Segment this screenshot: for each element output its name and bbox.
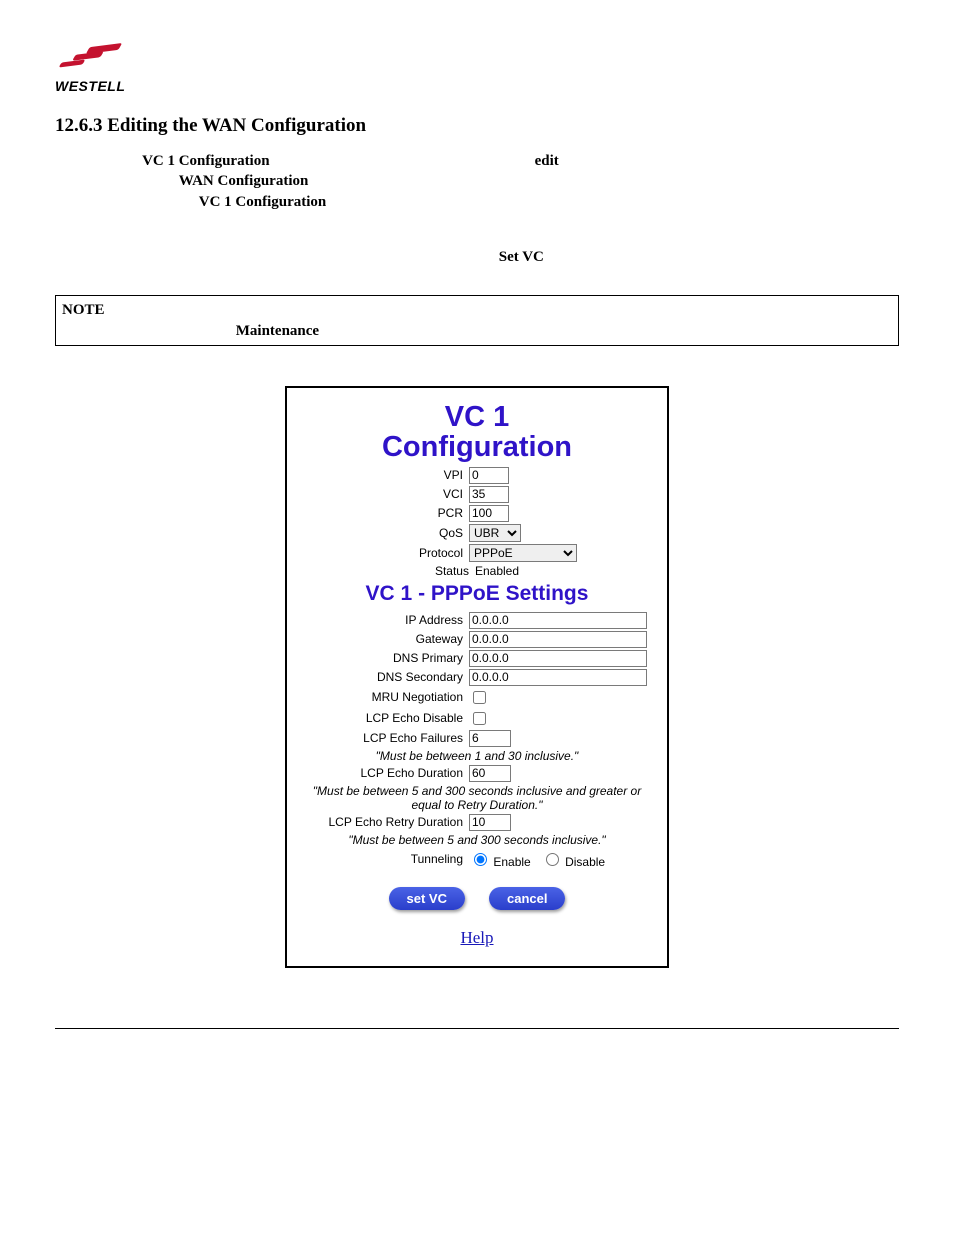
qos-select[interactable]: UBR (469, 524, 521, 542)
lcp-echo-failures-label: LCP Echo Failures (291, 731, 469, 745)
mru-checkbox[interactable] (473, 691, 486, 704)
status-value: Enabled (475, 564, 519, 578)
vci-input[interactable] (469, 486, 509, 503)
mru-label: MRU Negotiation (291, 690, 469, 704)
pcr-input[interactable] (469, 505, 509, 522)
panel-subtitle: VC 1 - PPPoE Settings (291, 582, 663, 606)
page-footer-rule (55, 1028, 899, 1029)
gateway-input[interactable] (469, 631, 647, 648)
vci-label: VCI (291, 487, 469, 501)
dns-primary-label: DNS Primary (291, 651, 469, 665)
tunneling-disable-radio[interactable] (546, 853, 559, 866)
set-vc-button[interactable]: set VC (389, 887, 465, 910)
tunneling-label: Tunneling (291, 852, 469, 866)
vpi-label: VPI (291, 468, 469, 482)
tunneling-disable-option[interactable]: Disable (541, 850, 605, 869)
paragraph-1: If you clicked VC 1 Configuration in the… (55, 151, 899, 212)
ip-label: IP Address (291, 613, 469, 627)
hint-echo-retry: "Must be between 5 and 300 seconds inclu… (297, 833, 657, 847)
lcp-echo-duration-input[interactable] (469, 765, 511, 782)
note-box: NOTE Maintenance (55, 295, 899, 346)
ip-input[interactable] (469, 612, 647, 629)
lcp-echo-retry-input[interactable] (469, 814, 511, 831)
tunneling-enable-option[interactable]: Enable (469, 850, 531, 869)
help-link[interactable]: Help (460, 928, 493, 947)
logo-swoosh-icon (55, 40, 133, 78)
hint-echo-failures: "Must be between 1 and 30 inclusive." (297, 749, 657, 763)
lcp-echo-disable-checkbox[interactable] (473, 712, 486, 725)
dns-secondary-label: DNS Secondary (291, 670, 469, 684)
dns-secondary-input[interactable] (469, 669, 647, 686)
hint-echo-duration: "Must be between 5 and 300 seconds inclu… (297, 784, 657, 812)
westell-logo: WESTELL (55, 40, 133, 95)
qos-label: QoS (291, 526, 469, 540)
dns-primary-input[interactable] (469, 650, 647, 667)
vpi-input[interactable] (469, 467, 509, 484)
tunneling-enable-radio[interactable] (474, 853, 487, 866)
lcp-echo-retry-label: LCP Echo Retry Duration (291, 815, 469, 829)
logo-wordmark: WESTELL (55, 78, 133, 94)
vc1-config-panel: VC 1Configuration VPI VCI PCR QoS UBR (285, 386, 669, 968)
panel-title: VC 1Configuration (291, 402, 663, 463)
protocol-label: Protocol (291, 546, 469, 560)
pcr-label: PCR (291, 506, 469, 520)
lcp-echo-disable-label: LCP Echo Disable (291, 711, 469, 725)
section-heading: 12.6.3 Editing the WAN Configuration (55, 115, 899, 137)
protocol-select[interactable]: PPPoE (469, 544, 577, 562)
gateway-label: Gateway (291, 632, 469, 646)
lcp-echo-failures-input[interactable] (469, 730, 511, 747)
lcp-echo-duration-label: LCP Echo Duration (291, 766, 469, 780)
cancel-button[interactable]: cancel (489, 887, 565, 910)
status-label: Status (435, 564, 475, 578)
paragraph-2: Set VC (55, 227, 899, 268)
